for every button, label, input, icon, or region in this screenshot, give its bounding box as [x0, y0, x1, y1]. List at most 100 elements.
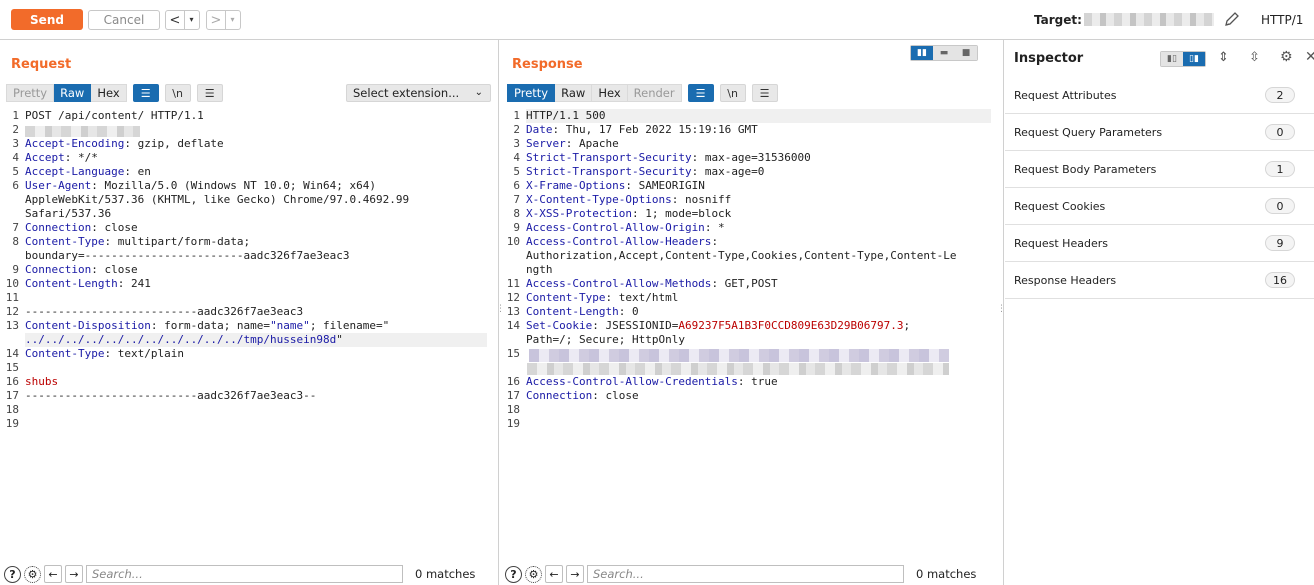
- next-match-button[interactable]: →: [566, 565, 584, 583]
- header-value: : Apache: [565, 137, 619, 150]
- tab-pretty[interactable]: Pretty: [6, 84, 55, 102]
- header-value: : text/plain: [104, 347, 184, 360]
- response-search-bar: ? ⚙ ← → Search... 0 matches: [505, 565, 976, 583]
- tab-raw[interactable]: Raw: [54, 84, 92, 102]
- newline-toggle[interactable]: \n: [719, 84, 746, 102]
- inspector-row[interactable]: Request Cookies 0: [1005, 188, 1314, 225]
- help-icon[interactable]: ?: [4, 565, 21, 583]
- http-version-label[interactable]: HTTP/1: [1261, 13, 1303, 27]
- editor-line: Strict-Transport-Security: max-age=0: [526, 165, 764, 179]
- line-text: Authorization,Accept,Content-Type,Cookie…: [526, 249, 957, 262]
- response-editor[interactable]: 1 2 3 4 5 6 7 8 9 10 11 12 13 14 15 16 17 18 19 HTTP/1.1 50…: [501, 109, 1001, 561]
- header-value: : Mozilla/5.0 (Windows NT 10.0; Win64; x…: [91, 179, 377, 192]
- send-button[interactable]: Send: [11, 9, 83, 30]
- line-number: 3: [12, 137, 19, 150]
- inspector-row[interactable]: Request Attributes 2: [1005, 77, 1314, 114]
- word-wrap-icon[interactable]: ☰: [132, 84, 159, 102]
- line-text: --------------------------aadc326f7ae3ea…: [25, 389, 317, 402]
- line-number: 5: [513, 165, 520, 178]
- pencil-icon[interactable]: [1224, 11, 1240, 27]
- history-back-button[interactable]: < ▾: [165, 10, 200, 30]
- header-value: : SAMEORIGIN: [625, 179, 705, 192]
- inspector-row-count: 2: [1265, 87, 1295, 103]
- chevron-down-icon[interactable]: ▾: [184, 11, 198, 29]
- line-number: 19: [506, 417, 520, 430]
- tab-hex[interactable]: Hex: [592, 84, 628, 102]
- previous-match-button[interactable]: ←: [44, 565, 62, 583]
- inspector-row[interactable]: Request Body Parameters 1: [1005, 151, 1314, 188]
- single-pane-icon[interactable]: ■: [955, 46, 977, 60]
- line-number: 14: [5, 347, 19, 360]
- inspector-row-label: Request Cookies: [1014, 199, 1106, 213]
- gear-icon[interactable]: ⚙: [525, 565, 542, 583]
- menu-icon[interactable]: ☰: [196, 84, 223, 102]
- chevron-down-icon[interactable]: ▾: [225, 11, 239, 29]
- forward-arrow-icon: >: [210, 12, 222, 28]
- header-name: Content-Type: [526, 291, 606, 304]
- inspector-layout-toggle[interactable]: ▮▯ ▯▮: [1160, 51, 1206, 67]
- header-value: : max-age=0: [691, 165, 765, 178]
- editor-line: Content-Type: text/plain: [25, 347, 184, 361]
- line-text: AppleWebKit/537.36 (KHTML, like Gecko) C…: [25, 193, 410, 206]
- editor-line: Content-Length: 0: [526, 305, 639, 319]
- search-input[interactable]: Search...: [587, 565, 904, 583]
- menu-icon[interactable]: ☰: [751, 84, 778, 102]
- tab-hex[interactable]: Hex: [91, 84, 127, 102]
- help-icon[interactable]: ?: [505, 565, 522, 583]
- header-name: Strict-Transport-Security: [526, 151, 692, 164]
- line-number: 16: [506, 375, 520, 388]
- close-icon[interactable]: ✕: [1305, 49, 1314, 65]
- editor-line: Access-Control-Allow-Headers:: [526, 235, 718, 249]
- header-name: Connection: [526, 389, 593, 402]
- header-name: Content-Length: [25, 277, 118, 290]
- tab-raw[interactable]: Raw: [555, 84, 593, 102]
- split-vertical-icon[interactable]: ▬: [933, 46, 955, 60]
- gear-icon[interactable]: ⚙: [1280, 49, 1293, 65]
- header-value: : nosniff: [671, 193, 732, 206]
- inspector-row[interactable]: Request Query Parameters 0: [1005, 114, 1314, 151]
- editor-line: Strict-Transport-Security: max-age=31536…: [526, 151, 811, 165]
- header-value: : close: [91, 263, 138, 276]
- match-count: 0 matches: [415, 567, 476, 581]
- header-name: Accept-Encoding: [25, 137, 125, 150]
- previous-match-button[interactable]: ←: [545, 565, 563, 583]
- line-number: 10: [5, 277, 19, 290]
- split-horizontal-icon[interactable]: ▮▮: [911, 46, 933, 60]
- header-value: : gzip, deflate: [124, 137, 224, 150]
- target-host-redacted[interactable]: [1084, 13, 1214, 26]
- cancel-button[interactable]: Cancel: [88, 10, 160, 30]
- header-name: Content-Length: [526, 305, 619, 318]
- header-value: : *: [704, 221, 725, 234]
- newline-toggle[interactable]: \n: [164, 84, 191, 102]
- inspector-row[interactable]: Response Headers 16: [1005, 262, 1314, 299]
- line-number: 7: [12, 221, 19, 234]
- layout-left-icon[interactable]: ▮▯: [1161, 52, 1183, 66]
- header-value: : max-age=31536000: [691, 151, 811, 164]
- editor-line: X-Content-Type-Options: nosniff: [526, 193, 731, 207]
- tab-pretty[interactable]: Pretty: [507, 84, 556, 102]
- header-name: Server: [526, 137, 566, 150]
- extension-select[interactable]: Select extension... ⌄: [346, 84, 491, 102]
- request-editor[interactable]: 1 2 3 4 5 6 7 8 9 10 11 12 13 14 15 16 17 18 19 POST /api/c…: [0, 109, 497, 561]
- search-input[interactable]: Search...: [86, 565, 403, 583]
- gear-icon[interactable]: ⚙: [24, 565, 41, 583]
- inspector-row-label: Request Body Parameters: [1014, 162, 1157, 176]
- response-title: Response: [512, 57, 583, 72]
- word-wrap-icon[interactable]: ☰: [687, 84, 714, 102]
- tab-render[interactable]: Render: [627, 84, 682, 102]
- line-text: Safari/537.36: [25, 207, 112, 220]
- editor-line: Server: Apache: [526, 137, 619, 151]
- header-value: : 1; mode=block: [631, 207, 732, 220]
- line-number: 11: [5, 291, 19, 304]
- line-text: POST /api/content/ HTTP/1.1: [25, 109, 204, 122]
- layout-right-icon[interactable]: ▯▮: [1183, 52, 1205, 66]
- header-value: : multipart/form-data;: [104, 235, 251, 248]
- header-value-tail: ; filename=": [309, 319, 390, 332]
- layout-toggle[interactable]: ▮▮ ▬ ■: [910, 45, 978, 61]
- expand-icon[interactable]: ⇕: [1218, 50, 1229, 65]
- history-forward-button[interactable]: > ▾: [206, 10, 241, 30]
- header-name: Content-Type: [25, 347, 105, 360]
- next-match-button[interactable]: →: [65, 565, 83, 583]
- collapse-icon[interactable]: ⇳: [1249, 50, 1260, 65]
- inspector-row[interactable]: Request Headers 9: [1005, 225, 1314, 262]
